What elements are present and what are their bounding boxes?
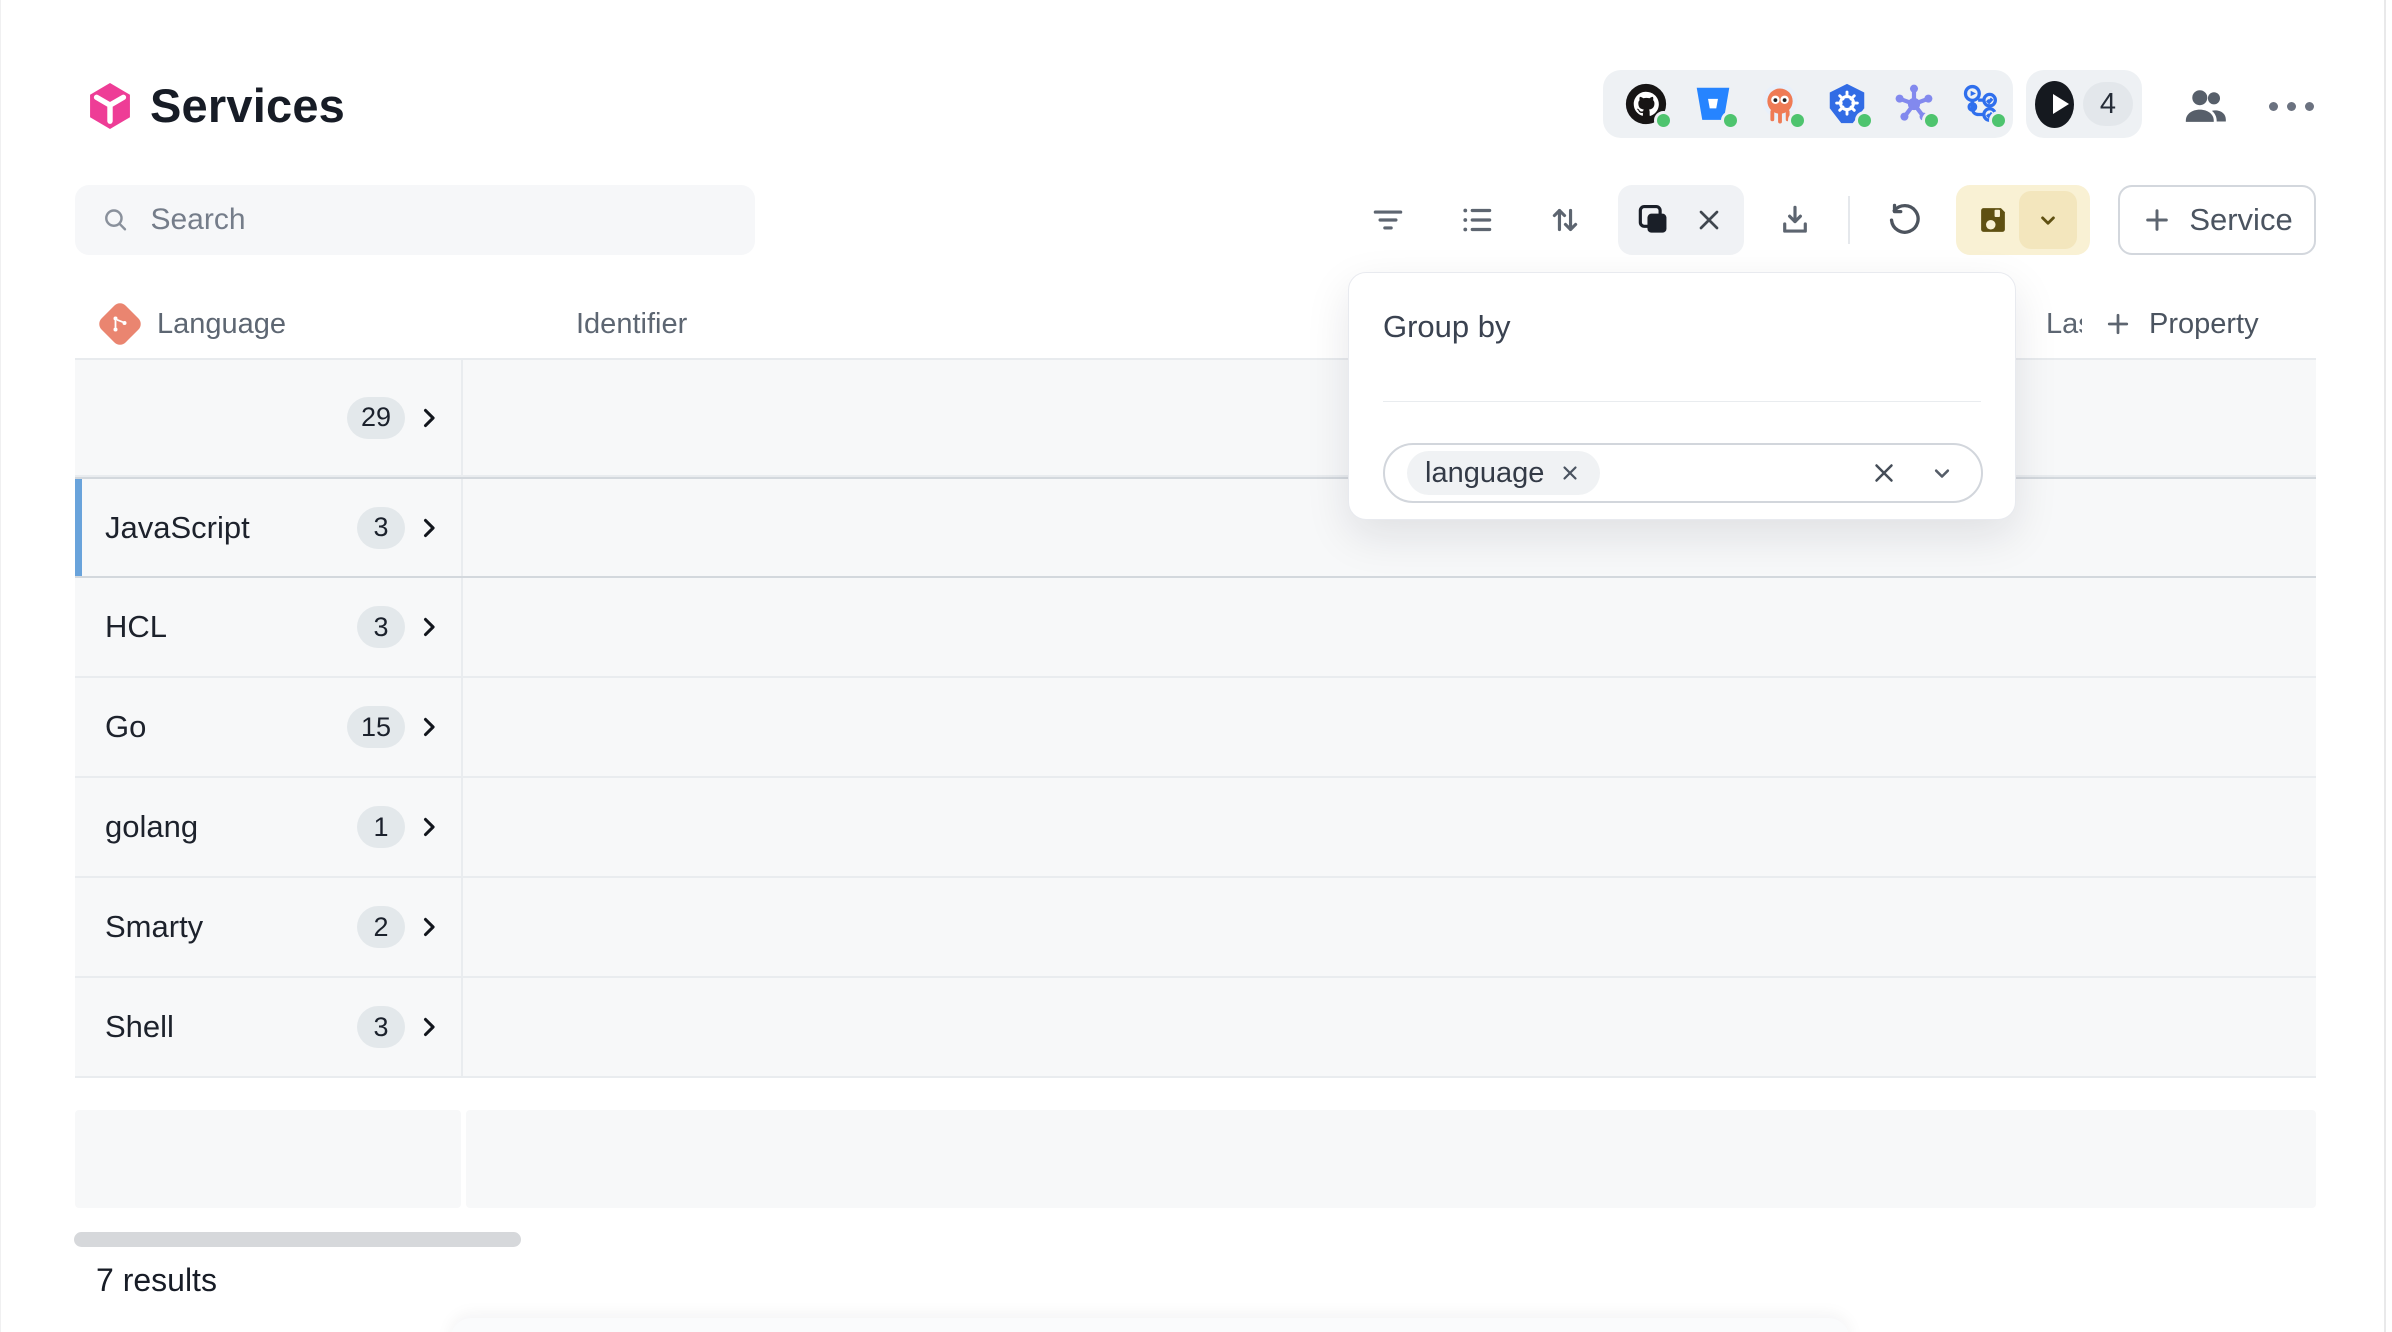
table-row[interactable]: golang 1 [75,778,2316,878]
reset-icon [1886,201,1924,239]
bottom-widget-peek [450,1318,1850,1332]
reset-button[interactable] [1878,193,1932,247]
table-row[interactable]: Go 15 [75,678,2316,778]
group-label: Smarty [105,909,203,945]
group-count-badge: 3 [357,606,405,648]
results-count: 7 results [96,1262,217,1299]
list-view-button[interactable] [1450,193,1504,247]
table-row[interactable]: Smarty 2 [75,878,2316,978]
github-icon[interactable] [1623,81,1669,127]
play-icon [2035,81,2074,128]
group-count-badge: 3 [357,507,405,549]
column-label: Language [157,308,286,341]
save-view-button[interactable] [1971,193,2015,247]
port-logo-icon [84,80,136,132]
remove-chip-icon[interactable] [1558,461,1582,485]
status-dot [1788,111,1807,130]
column-header-truncated[interactable]: Las [2046,290,2082,358]
services-page: Services [0,0,2392,1332]
users-icon[interactable] [2180,80,2230,130]
group-by-chip[interactable]: language [1407,451,1600,495]
export-button[interactable] [1768,193,1822,247]
table-row[interactable]: HCL 3 [75,578,2316,678]
group-count-badge: 1 [357,806,405,848]
add-service-button[interactable]: Service [2118,185,2316,255]
window-right-edge [2384,0,2386,1332]
popover-divider [1383,401,1981,402]
runs-button[interactable]: 4 [2026,70,2142,138]
group-label: golang [105,809,198,845]
add-service-label: Service [2189,202,2292,238]
search-icon [101,204,130,236]
status-dot [1654,111,1673,130]
list-icon [1458,201,1496,239]
save-icon [1974,201,2012,239]
group-by-popover: Group by language [1348,272,2016,520]
search-bar[interactable] [75,185,755,255]
popover-title: Group by [1383,309,1511,345]
column-label: Identifier [576,308,687,341]
group-label: JavaScript [105,510,250,546]
runs-count-badge: 4 [2083,82,2133,126]
chevron-down-icon [2035,207,2061,233]
status-dot [1989,111,2008,130]
close-icon [1693,204,1725,236]
sort-button[interactable] [1538,193,1592,247]
column-header-identifier[interactable]: Identifier [576,290,687,358]
group-label: HCL [105,609,167,645]
bitbucket-icon[interactable] [1690,81,1736,127]
status-dot [1922,111,1941,130]
chevron-right-icon[interactable] [415,514,443,542]
column-label: Las [2046,308,2082,341]
window-left-edge [0,0,1,1332]
group-by-icon [1634,201,1672,239]
chevron-right-icon[interactable] [415,713,443,741]
group-label: Shell [105,1009,174,1045]
workflow-icon[interactable] [1958,81,2004,127]
status-dot [1721,111,1740,130]
group-count-badge: 2 [357,906,405,948]
group-by-control [1618,185,1744,255]
sort-icon [1546,201,1584,239]
molecule-icon[interactable] [1891,81,1937,127]
column-header-language[interactable]: Language [103,290,286,358]
download-icon [1776,201,1814,239]
chip-label: language [1425,457,1544,490]
more-menu-icon[interactable] [2258,86,2324,126]
group-by-select[interactable]: language [1383,443,1983,503]
chevron-right-icon[interactable] [415,404,443,432]
save-options-button[interactable] [2019,191,2077,249]
add-property-button[interactable]: Property [2103,290,2259,358]
horizontal-scrollbar[interactable] [74,1232,521,1247]
save-view-control [1956,185,2090,255]
toolbar-divider [1848,196,1850,244]
chevron-right-icon[interactable] [415,613,443,641]
chevron-right-icon[interactable] [415,913,443,941]
chevron-right-icon[interactable] [415,813,443,841]
status-dot [1855,111,1874,130]
argocd-icon[interactable] [1757,81,1803,127]
group-by-button[interactable] [1630,193,1676,247]
add-property-label: Property [2149,308,2259,341]
group-label: Go [105,709,146,745]
integrations-tray [1603,70,2013,138]
clear-group-by-button[interactable] [1686,193,1732,247]
filter-button[interactable] [1361,193,1415,247]
filter-icon [1369,201,1407,239]
plus-icon [2103,309,2133,339]
page-title: Services [150,78,345,133]
kubernetes-icon[interactable] [1824,81,1870,127]
group-count-badge: 29 [347,397,405,439]
chevron-right-icon[interactable] [415,1013,443,1041]
group-count-badge: 3 [357,1006,405,1048]
empty-row-band [75,1110,461,1208]
dropdown-chevron-icon[interactable] [1925,456,1959,490]
table-row[interactable]: Shell 3 [75,978,2316,1078]
empty-row-band [466,1110,2316,1208]
clear-selection-icon[interactable] [1867,456,1901,490]
group-count-badge: 15 [347,706,405,748]
search-input[interactable] [150,203,729,237]
git-icon [96,300,144,348]
plus-icon [2141,204,2173,236]
